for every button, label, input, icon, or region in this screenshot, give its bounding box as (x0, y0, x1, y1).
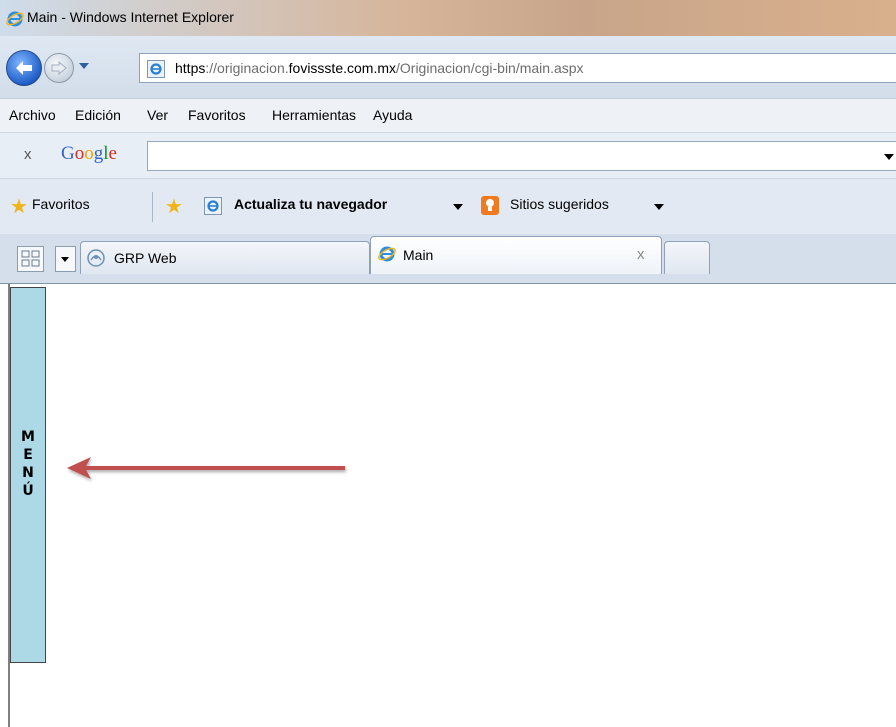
back-button[interactable] (6, 50, 42, 86)
side-menu-letter: N (22, 465, 34, 481)
tab-main[interactable]: Main x (370, 236, 662, 274)
quick-tabs-button[interactable] (17, 246, 44, 272)
url-text[interactable]: https://originacion.fovissste.com.mx/Ori… (175, 60, 584, 76)
menu-herramientas[interactable]: Herramientas (272, 107, 356, 123)
new-tab-button[interactable] (664, 241, 710, 274)
side-menu-letter: E (23, 447, 33, 463)
side-menu-letter: Ú (22, 483, 34, 499)
lightbulb-icon (486, 199, 494, 211)
page-ie-icon (147, 60, 165, 78)
favorites-bar: ★ Favoritos ★ Actualiza tu navegador Sit… (0, 178, 896, 234)
search-dropdown-icon[interactable] (884, 154, 894, 160)
suggested-sites-dropdown-icon[interactable] (654, 204, 664, 210)
tab-list-button[interactable] (55, 246, 76, 272)
page-content (0, 284, 896, 727)
address-bar[interactable]: https://originacion.fovissste.com.mx/Ori… (139, 53, 896, 83)
side-menu-letter: M (21, 429, 35, 445)
tab-close-icon[interactable]: x (637, 246, 645, 263)
google-toolbar: x Google (0, 132, 896, 178)
tab-label: GRP Web (114, 250, 177, 266)
menu-ver[interactable]: Ver (147, 107, 168, 123)
tab-label: Main (403, 247, 434, 263)
back-arrow-icon (16, 61, 32, 75)
update-browser-dropdown-icon[interactable] (453, 204, 463, 210)
toolbar-close-icon[interactable]: x (24, 146, 32, 163)
favorites-star-icon: ★ (10, 196, 28, 218)
update-browser-link[interactable]: Actualiza tu navegador (234, 196, 387, 212)
menu-archivo[interactable]: Archivo (9, 107, 56, 123)
google-search-input[interactable] (147, 141, 896, 171)
recent-pages-dropdown-icon[interactable] (79, 63, 89, 69)
forward-button[interactable] (44, 53, 74, 83)
url-separator: ://originacion. (205, 60, 289, 76)
title-bar: Main - Windows Internet Explorer (0, 0, 896, 36)
pointer-arrow-annotation (67, 457, 345, 479)
google-logo: Google (61, 143, 117, 164)
tab-list-dropdown-icon (61, 257, 69, 262)
menu-bar: Archivo Edición Ver Favoritos Herramient… (0, 98, 896, 132)
quick-tabs-icon (21, 250, 40, 267)
suggested-sites-icon (481, 196, 499, 215)
forward-arrow-icon (51, 61, 67, 75)
menu-edicion[interactable]: Edición (75, 107, 121, 123)
ie-page-icon (204, 197, 222, 215)
grp-web-favicon-icon (87, 249, 105, 267)
favorites-button[interactable]: Favoritos (32, 196, 90, 212)
url-domain: fovissste.com.mx (288, 60, 396, 76)
side-menu-panel[interactable]: M E N Ú (10, 287, 46, 663)
url-path: /Originacion/cgi-bin/main.aspx (396, 60, 584, 76)
tab-grp-web[interactable]: GRP Web (80, 241, 370, 274)
ie-logo-icon (6, 11, 24, 27)
separator (152, 192, 153, 222)
menu-ayuda[interactable]: Ayuda (373, 107, 412, 123)
window-title: Main - Windows Internet Explorer (27, 9, 234, 25)
menu-favoritos[interactable]: Favoritos (188, 107, 246, 123)
ie-favicon-icon (378, 246, 396, 262)
suggested-sites-link[interactable]: Sitios sugeridos (510, 196, 609, 212)
url-scheme: https (175, 60, 206, 76)
add-favorite-icon[interactable]: ★ (165, 197, 183, 217)
